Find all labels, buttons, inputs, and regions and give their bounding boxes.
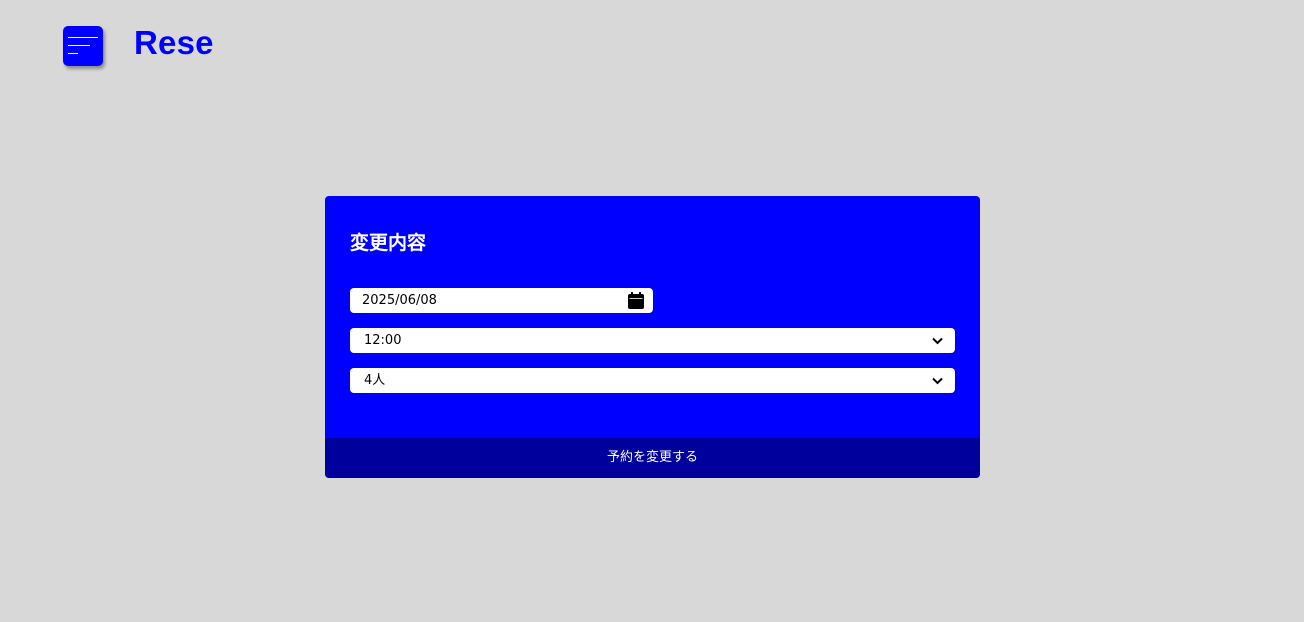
hamburger-menu-icon-line [68, 45, 90, 46]
date-value: 2025/06/08 [362, 293, 437, 308]
time-select[interactable]: 12:00 [350, 328, 955, 353]
hamburger-menu-icon [68, 37, 98, 38]
chevron-down-icon [932, 368, 943, 393]
brand-logo[interactable]: Rese [134, 24, 214, 62]
reservation-change-card: 変更内容 2025/06/08 12:00 4人 予約を変更する [325, 196, 980, 478]
card-title: 変更内容 [350, 232, 427, 254]
menu-button[interactable] [63, 26, 103, 66]
people-value: 4人 [364, 373, 386, 388]
time-value: 12:00 [364, 333, 402, 348]
hamburger-menu-icon-line [68, 53, 78, 54]
change-reservation-button[interactable]: 予約を変更する [325, 438, 980, 478]
calendar-icon[interactable] [628, 288, 644, 313]
date-input[interactable]: 2025/06/08 [350, 288, 653, 313]
chevron-down-icon [932, 328, 943, 353]
people-select[interactable]: 4人 [350, 368, 955, 393]
